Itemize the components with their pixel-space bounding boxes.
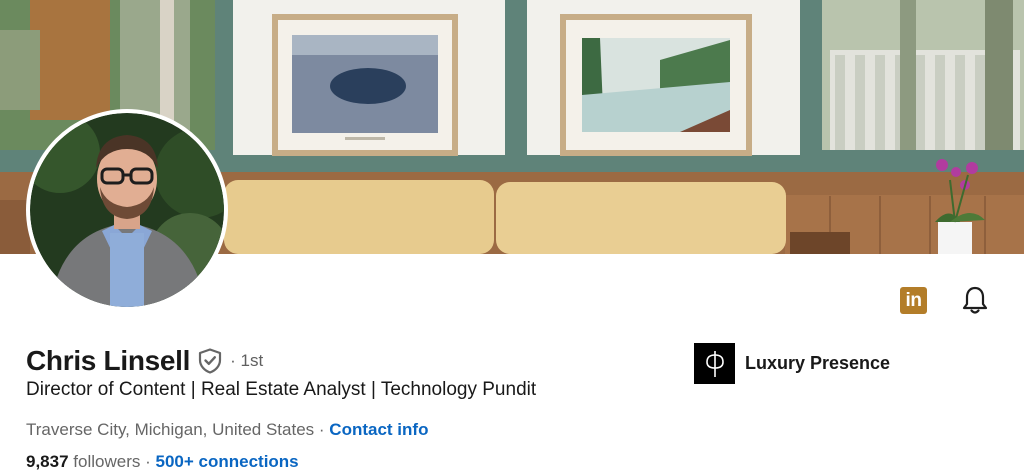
stats-row: 9,837 followers · 500+ connections	[26, 452, 299, 472]
stats-separator: ·	[145, 452, 156, 471]
luxury-presence-logo	[694, 343, 735, 384]
profile-headline: Director of Content | Real Estate Analys…	[26, 379, 537, 400]
connections-link[interactable]: 500+ connections	[156, 452, 299, 471]
company-name: Luxury Presence	[745, 353, 891, 373]
avatar-photo	[30, 113, 224, 307]
profile-location: Traverse City, Michigan, United States	[26, 420, 315, 439]
connection-degree: · 1st	[230, 351, 264, 370]
linkedin-icon[interactable]: in	[900, 287, 927, 314]
followers-count: 9,837	[26, 452, 69, 471]
location-row: Traverse City, Michigan, United States ·…	[26, 420, 428, 440]
location-separator: ·	[318, 420, 330, 439]
current-company[interactable]: Luxury Presence	[694, 343, 890, 384]
profile-name: Chris Linsell	[26, 345, 191, 376]
followers-label: followers	[73, 452, 141, 471]
profile-name-row: Chris Linsell · 1st	[26, 344, 263, 378]
profile-avatar[interactable]	[26, 109, 228, 311]
verified-shield-icon[interactable]	[198, 348, 222, 374]
profile-page: in Chris Linsell · 1st Director of Conte…	[0, 0, 1024, 474]
linkedin-icon-label: in	[905, 289, 922, 311]
contact-info-link[interactable]: Contact info	[329, 420, 428, 439]
bell-icon[interactable]	[960, 285, 990, 315]
